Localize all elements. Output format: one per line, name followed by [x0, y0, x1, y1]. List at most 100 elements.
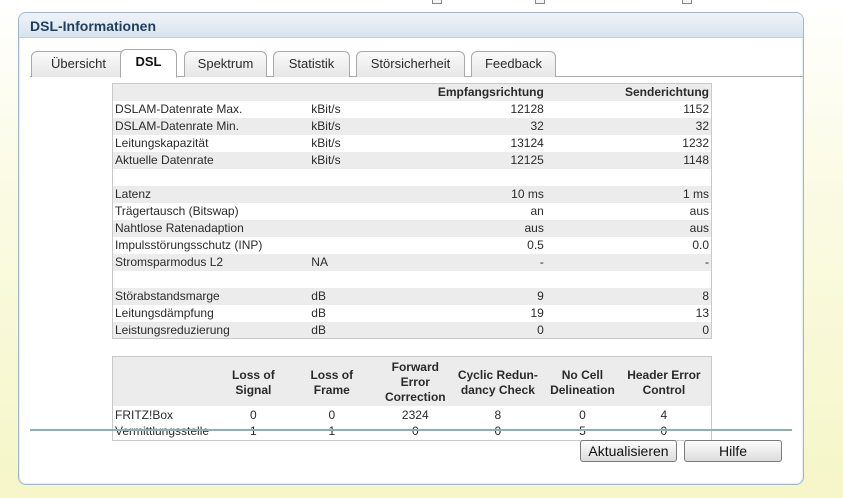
help-button[interactable]: Hilfe [684, 440, 782, 462]
table-row: Störabstandsmarge dB 9 8 [112, 287, 712, 305]
tab-statistik[interactable]: Statistik [273, 51, 350, 77]
dsl-info-table: Empfangsrichtung Senderichtung DSLAM-Dat… [112, 83, 712, 339]
row-up: 1148 [683, 153, 709, 167]
header-no-cell-delineation: No Cell Delineation [548, 356, 617, 406]
row-up: 13 [695, 306, 709, 320]
row-down: 0.5 [527, 238, 544, 252]
cell-value: 0 [328, 407, 336, 422]
row-down: - [539, 255, 544, 269]
row-unit [309, 186, 417, 203]
row-down: 0 [537, 322, 544, 337]
row-label: Vermittlungsstelle [115, 424, 210, 439]
row-label: Impulsstörungsschutz (INP) [115, 238, 263, 252]
row-up: 1152 [683, 102, 709, 116]
tab-uebersicht[interactable]: Übersicht [31, 51, 126, 77]
row-down: 12128 [510, 102, 544, 116]
refresh-button[interactable]: Aktualisieren [580, 440, 677, 462]
header-hec: Header Error Control [616, 356, 712, 406]
tab-stoersicherheit[interactable]: Störsicherheit [356, 51, 465, 77]
row-down: 10 ms [511, 187, 544, 201]
toolbar-icon [682, 0, 692, 4]
row-label: Trägertausch (Bitswap) [115, 204, 239, 218]
row-unit [309, 203, 417, 220]
row-unit: kBit/s [311, 153, 341, 167]
row-up: 0 [702, 322, 709, 337]
row-down: 13124 [510, 136, 544, 150]
row-unit: kBit/s [311, 119, 341, 133]
table-row: Aktuelle Datenrate kBit/s 12125 1148 [112, 151, 712, 169]
table-row: FRITZ!Box 0 0 2324 8 0 4 [113, 406, 712, 423]
browser-toolbar-remnant [0, 0, 843, 10]
table-row: Stromsparmodus L2 NA - - [112, 253, 712, 271]
table-row: Vermittlungsstelle 1 1 0 0 5 0 [113, 423, 712, 440]
table-row: Latenz 10 ms 1 ms [112, 185, 712, 203]
row-up: 8 [702, 289, 709, 303]
cell-value: 4 [660, 407, 668, 422]
row-up: 1232 [682, 136, 709, 150]
cell-value: 0 [250, 407, 257, 422]
header-crc: Cyclic Redun-dancy Check [447, 356, 549, 406]
toolbar-icon [432, 0, 442, 4]
row-unit: dB [311, 322, 326, 337]
table-row: Nahtlose Ratenadaption aus aus [112, 219, 712, 237]
row-label: Leitungskapazität [115, 136, 209, 150]
cell-value: 0 [494, 424, 502, 439]
row-unit [309, 237, 417, 254]
table-row: DSLAM-Datenrate Min. kBit/s 32 32 [112, 117, 712, 135]
header-down: Empfangsrichtung [437, 85, 544, 100]
error-counter-table: Loss of Signal Loss of Frame Forward Error… [112, 356, 712, 441]
row-down: 19 [530, 306, 544, 320]
table-row: Impulsstörungsschutz (INP) 0.5 0.0 [113, 237, 712, 254]
row-down: 12125 [510, 153, 544, 167]
row-label: DSLAM-Datenrate Max. [115, 102, 243, 116]
table-row: Leitungskapazität kBit/s 13124 1232 [113, 135, 712, 152]
row-down: 9 [537, 289, 544, 303]
dsl-info-panel: DSL-Informationen Übersicht DSL Spektrum… [18, 12, 804, 485]
tab-feedback[interactable]: Feedback [471, 51, 556, 77]
header-fec: Forward Error Correction [382, 356, 448, 406]
cell-value: 2324 [401, 407, 429, 422]
header-up: Senderichtung [624, 85, 709, 100]
row-up: 32 [695, 119, 709, 133]
cell-value: 8 [494, 407, 502, 422]
row-label: Stromsparmodus L2 [115, 255, 224, 269]
table-row: Leistungsreduzierung dB 0 0 [112, 321, 712, 339]
row-label: Nahtlose Ratenadaption [115, 221, 244, 235]
row-up: aus [689, 204, 709, 218]
cell-value: 1 [250, 424, 257, 439]
row-unit [309, 220, 417, 237]
table-row: Leitungsdämpfung dB 19 13 [113, 305, 712, 322]
row-up: aus [689, 221, 709, 235]
cell-value: 5 [579, 424, 586, 439]
cell-value: 1 [328, 424, 336, 439]
row-label: FRITZ!Box [115, 407, 174, 422]
tab-spektrum[interactable]: Spektrum [184, 51, 267, 77]
cell-value: 0 [579, 407, 586, 422]
row-label: Latenz [115, 187, 152, 201]
table-row: Trägertausch (Bitswap) an aus [113, 203, 712, 220]
row-up: 1 ms [682, 187, 709, 201]
row-label: Leistungsreduzierung [115, 322, 230, 337]
error-header-row: Loss of Signal Loss of Frame Forward Error… [112, 356, 712, 406]
row-label: Aktuelle Datenrate [115, 153, 214, 167]
panel-title: DSL-Informationen [19, 13, 803, 38]
cell-value: 0 [660, 424, 668, 439]
table-spacer-row [113, 271, 712, 288]
table-header-row: Empfangsrichtung Senderichtung [112, 83, 712, 101]
header-loss-of-frame: Loss of Frame [280, 356, 383, 406]
row-down: an [530, 204, 544, 218]
row-up: 0.0 [692, 238, 709, 252]
table-row: DSLAM-Datenrate Max. kBit/s 12128 1152 [113, 101, 712, 118]
row-unit: kBit/s [311, 102, 341, 116]
tab-bar: Übersicht DSL Spektrum Statistik Störsic… [19, 39, 803, 78]
tab-dsl[interactable]: DSL [120, 49, 177, 78]
footer-separator [30, 429, 792, 431]
header-loss-of-signal: Loss of Signal [226, 356, 281, 406]
row-unit: NA [311, 255, 328, 269]
toolbar-icon [535, 0, 545, 4]
row-up: - [705, 255, 709, 269]
error-header-empty [112, 356, 227, 406]
row-down: 32 [530, 119, 544, 133]
table-spacer-row [113, 169, 712, 186]
row-label: DSLAM-Datenrate Min. [115, 119, 240, 133]
